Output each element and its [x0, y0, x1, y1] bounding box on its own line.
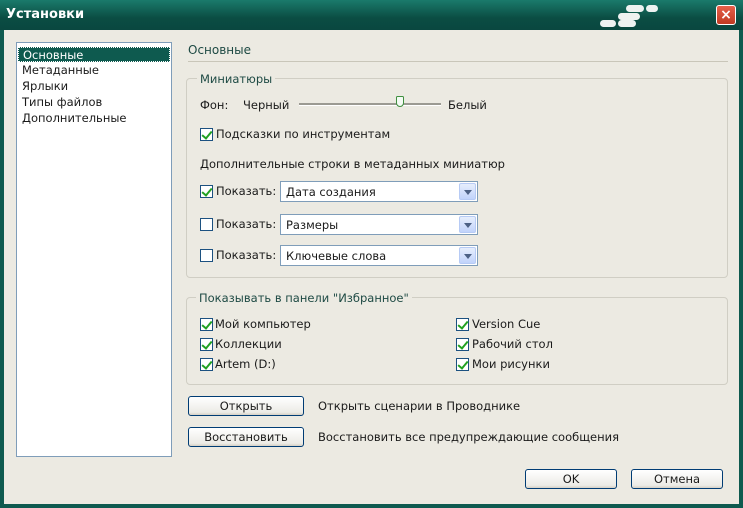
- fav-desktop-checkbox[interactable]: [456, 338, 469, 351]
- preferences-window: Установки × Основные Метаданные Ярлыки Т…: [0, 0, 743, 508]
- background-slider-thumb[interactable]: [396, 96, 404, 107]
- title-bar[interactable]: Установки ×: [0, 0, 743, 30]
- slider-max-label: Белый: [448, 98, 487, 112]
- sidebar-item-general[interactable]: Основные: [18, 47, 170, 62]
- metadata-select-3[interactable]: Ключевые слова: [280, 245, 478, 266]
- metadata-select-1[interactable]: Дата создания: [280, 181, 478, 202]
- metadata-select-2-value: Размеры: [286, 218, 339, 232]
- show-label-1[interactable]: Показать:: [216, 184, 276, 198]
- fav-drive-d-label[interactable]: Artem (D:): [215, 357, 276, 371]
- show-checkbox-1[interactable]: [200, 185, 213, 198]
- sidebar-item-advanced[interactable]: Дополнительные: [18, 111, 170, 126]
- restore-warnings-description: Восстановить все предупреждающие сообщен…: [318, 430, 620, 444]
- chevron-down-icon[interactable]: [459, 216, 476, 233]
- fav-desktop-label[interactable]: Рабочий стол: [472, 337, 553, 351]
- metadata-select-2[interactable]: Размеры: [280, 214, 478, 235]
- show-checkbox-3[interactable]: [200, 249, 213, 262]
- chevron-down-icon[interactable]: [459, 247, 476, 264]
- favorites-group-label: Показывать в панели "Избранное": [196, 291, 412, 305]
- sidebar-item-metadata[interactable]: Метаданные: [18, 63, 170, 78]
- chevron-down-icon[interactable]: [459, 183, 476, 200]
- show-label-3[interactable]: Показать:: [216, 248, 276, 262]
- dialog-body: Основные Метаданные Ярлыки Типы файлов Д…: [4, 30, 739, 504]
- open-scripts-button[interactable]: Открыть: [188, 396, 304, 416]
- fav-my-computer-label[interactable]: Мой компьютер: [215, 317, 311, 331]
- section-divider: [188, 61, 728, 62]
- fav-my-computer-checkbox[interactable]: [200, 318, 213, 331]
- extra-lines-label: Дополнительные строки в метаданных миниа…: [200, 157, 505, 171]
- fav-version-cue-checkbox[interactable]: [456, 318, 469, 331]
- cancel-button[interactable]: Отмена: [631, 469, 723, 489]
- fav-my-pictures-label[interactable]: Мои рисунки: [472, 357, 550, 371]
- restore-warnings-button[interactable]: Восстановить: [188, 427, 304, 447]
- fav-collections-label[interactable]: Коллекции: [215, 337, 282, 351]
- tooltips-label[interactable]: Подсказки по инструментам: [216, 127, 390, 141]
- category-list[interactable]: Основные Метаданные Ярлыки Типы файлов Д…: [16, 42, 172, 457]
- fav-collections-checkbox[interactable]: [200, 338, 213, 351]
- background-slider[interactable]: [299, 103, 441, 106]
- fav-my-pictures-checkbox[interactable]: [456, 358, 469, 371]
- window-title: Установки: [6, 7, 85, 22]
- sidebar-item-labels[interactable]: Ярлыки: [18, 79, 170, 94]
- fav-version-cue-label[interactable]: Version Cue: [472, 317, 540, 331]
- close-button[interactable]: ×: [716, 5, 736, 25]
- ok-button[interactable]: OK: [525, 469, 617, 489]
- sidebar-item-file-types[interactable]: Типы файлов: [18, 95, 170, 110]
- show-label-2[interactable]: Показать:: [216, 217, 276, 231]
- slider-min-label: Черный: [243, 98, 290, 112]
- metadata-select-1-value: Дата создания: [286, 185, 376, 199]
- tooltips-checkbox[interactable]: [200, 128, 213, 141]
- app-logo-icon: [598, 5, 658, 27]
- section-title: Основные: [188, 43, 252, 57]
- fav-drive-d-checkbox[interactable]: [200, 358, 213, 371]
- thumbnails-group-label: Миниатюры: [197, 72, 276, 86]
- open-scripts-description: Открыть сценарии в Проводнике: [318, 399, 521, 413]
- metadata-select-3-value: Ключевые слова: [286, 249, 387, 263]
- show-checkbox-2[interactable]: [200, 218, 213, 231]
- background-label: Фон:: [200, 98, 229, 112]
